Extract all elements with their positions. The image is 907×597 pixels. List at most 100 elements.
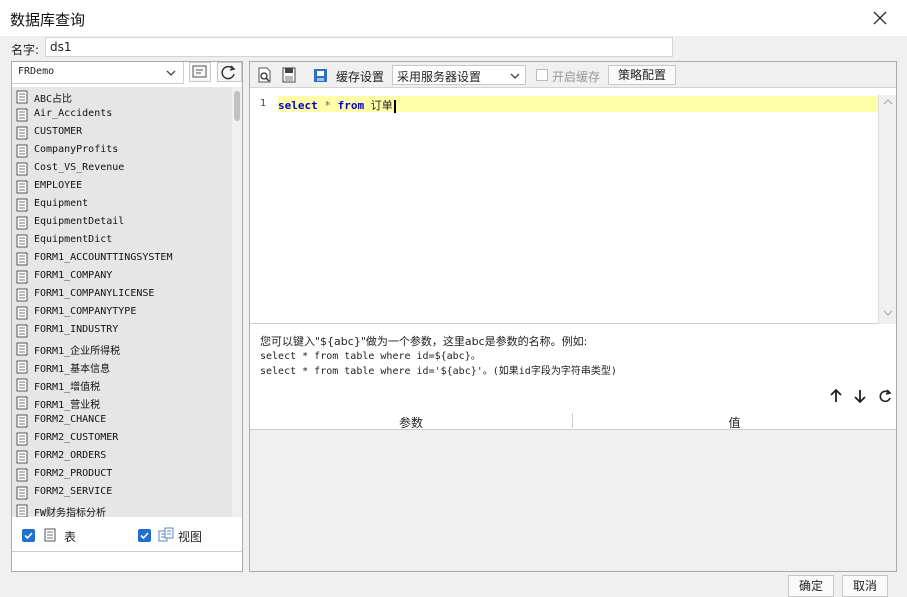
table-list-item[interactable]: FORM2_ORDERS [12, 448, 232, 466]
table-icon [16, 108, 28, 122]
table-list-item-label: FORM2_ORDERS [34, 450, 107, 461]
chevron-down-icon [166, 70, 176, 76]
table-list-item-label: FORM1_COMPANYTYPE [34, 306, 137, 317]
table-list-item[interactable]: FORM2_PRODUCT [12, 466, 232, 484]
save-icon[interactable] [280, 66, 298, 84]
scroll-down-icon[interactable] [883, 309, 893, 317]
cache-mode-select[interactable]: 采用服务器设置 [392, 65, 526, 85]
table-list-item-label: ABC占比 [34, 94, 73, 105]
table-list-item-label: Equipment [34, 198, 89, 209]
table-filter-checkbox[interactable] [22, 529, 35, 542]
datasource-select-value: FRDemo [18, 66, 55, 77]
scroll-up-icon[interactable] [883, 98, 893, 106]
table-list-item[interactable]: Air_Accidents [12, 106, 232, 124]
hint-line-2: select * from table where id=${abc}。 [260, 351, 481, 362]
parameter-table-header: 参数 值 [250, 411, 896, 430]
table-list-item[interactable]: FORM1_INDUSTRY [12, 322, 232, 340]
database-query-dialog: 数据库查询 名字: ds1 FRDemo ABC占比 Air_Accidents… [0, 0, 907, 597]
tree-scrollbar-thumb[interactable] [234, 91, 240, 121]
view-filter-checkbox[interactable] [138, 529, 151, 542]
table-icon [16, 252, 28, 266]
table-icon [16, 414, 28, 428]
query-panel: 缓存设置 采用服务器设置 开启缓存 策略配置 1 select * from 订… [249, 61, 897, 572]
table-list-item-label: FORM1_INDUSTRY [34, 324, 119, 335]
param-column-header: 参数 [398, 416, 423, 430]
table-icon [16, 324, 28, 338]
edit-connection-icon [192, 65, 207, 78]
table-list-item-label: EquipmentDict [34, 234, 113, 245]
table-icon [16, 396, 28, 410]
edit-connection-button[interactable] [189, 62, 211, 82]
table-icon [16, 198, 28, 212]
name-input[interactable]: ds1 [45, 37, 673, 57]
table-icon [16, 162, 28, 176]
hint-line-3: select * from table where id='${abc}'。(如… [260, 366, 617, 377]
table-list-item[interactable]: CompanyProfits [12, 142, 232, 160]
table-list-item[interactable]: FORM1_ACCOUNTTINGSYSTEM [12, 250, 232, 268]
table-list-item-label: FORM1_基本信息 [34, 364, 111, 375]
sql-code-line[interactable]: select * from 订单 [278, 97, 396, 113]
table-list-item[interactable]: EMPLOYEE [12, 178, 232, 196]
table-list-item[interactable]: FORM2_SERVICE [12, 484, 232, 502]
line-number: 1 [260, 98, 267, 109]
refresh-icon [221, 65, 236, 80]
table-list-item[interactable]: FORM1_COMPANYTYPE [12, 304, 232, 322]
name-row: 名字: ds1 [0, 36, 907, 60]
table-list-item[interactable]: FORM1_营业税 [12, 394, 232, 412]
view-filter-label: 视图 [178, 530, 203, 544]
table-icon [16, 378, 28, 392]
table-list-item[interactable]: EquipmentDetail [12, 214, 232, 232]
refresh-params-icon[interactable] [877, 388, 893, 404]
cancel-button[interactable]: 取消 [842, 575, 888, 597]
table-list-item[interactable]: FORM1_增值税 [12, 376, 232, 394]
table-list-item[interactable]: ABC占比 [12, 88, 232, 106]
table-list-item[interactable]: FORM1_基本信息 [12, 358, 232, 376]
table-list-item[interactable]: FW财务指标分析 [12, 502, 232, 517]
table-list-item-label: Cost_VS_Revenue [34, 162, 125, 173]
name-label: 名字: [11, 43, 40, 57]
editor-scrollbar[interactable] [878, 95, 896, 324]
text-caret [393, 99, 396, 113]
refresh-button[interactable] [217, 62, 242, 82]
chevron-down-icon [510, 73, 520, 79]
table-list-item[interactable]: FORM1_COMPANYLICENSE [12, 286, 232, 304]
table-list-item-label: FORM1_ACCOUNTTINGSYSTEM [34, 252, 173, 263]
table-list-item[interactable]: FORM2_CUSTOMER [12, 430, 232, 448]
table-list-item[interactable]: Equipment [12, 196, 232, 214]
policy-config-button[interactable]: 策略配置 [608, 65, 676, 85]
table-list-item-label: CompanyProfits [34, 144, 119, 155]
move-down-icon[interactable] [852, 388, 868, 404]
table-icon [16, 90, 28, 104]
table-icon [16, 450, 28, 464]
move-up-icon[interactable] [828, 388, 844, 404]
table-icon [16, 216, 28, 230]
table-list-item-label: FORM1_COMPANY [34, 270, 113, 281]
table-list-item[interactable]: FORM2_CHANCE [12, 412, 232, 430]
table-list-item[interactable]: CUSTOMER [12, 124, 232, 142]
table-list-item-label: FORM1_营业税 [34, 400, 101, 411]
table-icon [16, 234, 28, 248]
table-list-item[interactable]: Cost_VS_Revenue [12, 160, 232, 178]
sql-keyword-from: from [337, 99, 365, 112]
dialog-title: 数据库查询 [10, 11, 86, 29]
table-list-item[interactable]: EquipmentDict [12, 232, 232, 250]
ok-button[interactable]: 确定 [788, 575, 834, 597]
sql-editor[interactable]: 1 select * from 订单 [250, 95, 896, 324]
table-list-item[interactable]: FORM1_COMPANY [12, 268, 232, 286]
table-icon [16, 144, 28, 158]
tree-scrollbar[interactable] [232, 87, 242, 517]
parameter-hint: 您可以键入"${abc}"做为一个参数，这里abc是参数的名称。例如: sele… [260, 334, 890, 379]
table-list-item-label: FORM1_企业所得税 [34, 346, 121, 357]
table-search-input[interactable] [12, 551, 242, 571]
sql-star: * [317, 99, 338, 112]
table-list-item-label: FORM2_CHANCE [34, 414, 107, 425]
cache-settings-icon [314, 69, 327, 82]
enable-cache-label: 开启缓存 [552, 70, 601, 84]
enable-cache-checkbox[interactable] [536, 69, 548, 81]
close-icon[interactable] [868, 6, 892, 30]
table-list-item[interactable]: FORM1_企业所得税 [12, 340, 232, 358]
table-list-item-label: EquipmentDetail [34, 216, 125, 227]
preview-icon[interactable] [256, 66, 274, 84]
datasource-select[interactable]: FRDemo [12, 62, 184, 84]
table-icon [16, 180, 28, 194]
